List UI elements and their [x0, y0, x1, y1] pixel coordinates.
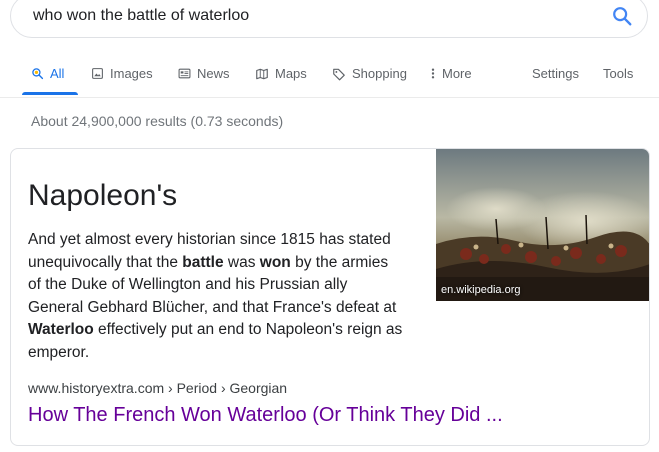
settings-link[interactable]: Settings: [532, 66, 579, 96]
image-source-caption: en.wikipedia.org: [441, 284, 521, 296]
tabs-divider: [0, 97, 659, 98]
answer-title: Napoleon's: [28, 179, 178, 212]
tab-label: Images: [110, 66, 153, 81]
tab-label: Shopping: [352, 66, 407, 81]
snippet-highlight: won: [259, 253, 291, 271]
search-icon: [31, 66, 44, 83]
search-icon[interactable]: [611, 5, 633, 27]
tab-maps[interactable]: Maps: [255, 66, 307, 96]
search-box[interactable]: [10, 0, 648, 38]
tools-label: Tools: [603, 66, 634, 81]
snippet-highlight: battle: [182, 253, 224, 271]
active-tab-indicator: [22, 92, 78, 95]
snippet-text: And yet almost every historian since 181…: [28, 229, 404, 364]
tag-icon: [332, 66, 346, 84]
tab-shopping[interactable]: Shopping: [332, 66, 407, 96]
settings-label: Settings: [532, 66, 579, 81]
snippet-part: was: [223, 253, 260, 271]
tab-more[interactable]: More: [430, 66, 472, 96]
tab-label: More: [442, 66, 472, 81]
tab-label: Maps: [275, 66, 307, 81]
result-title-link[interactable]: How The French Won Waterloo (Or Think Th…: [28, 404, 503, 427]
battle-painting-thumbnail[interactable]: en.wikipedia.org: [436, 149, 649, 301]
result-url-breadcrumb[interactable]: www.historyextra.com › Period › Georgian: [28, 380, 287, 396]
snippet-highlight: Waterloo: [28, 321, 94, 338]
search-tabs: All Images News Maps Shopping More Setti…: [0, 58, 659, 98]
news-icon: [178, 66, 191, 83]
tab-news[interactable]: News: [178, 66, 230, 96]
search-input[interactable]: [33, 0, 593, 37]
more-vert-icon: [430, 66, 436, 83]
map-icon: [255, 66, 269, 84]
tab-images[interactable]: Images: [91, 66, 153, 96]
tools-link[interactable]: Tools: [603, 66, 633, 96]
tab-label: News: [197, 66, 230, 81]
tab-label: All: [50, 66, 65, 81]
featured-snippet-card: Napoleon's And yet almost every historia…: [10, 148, 650, 446]
battle-painting-image: [436, 149, 649, 301]
image-icon: [91, 66, 104, 83]
result-stats: About 24,900,000 results (0.73 seconds): [31, 113, 284, 129]
